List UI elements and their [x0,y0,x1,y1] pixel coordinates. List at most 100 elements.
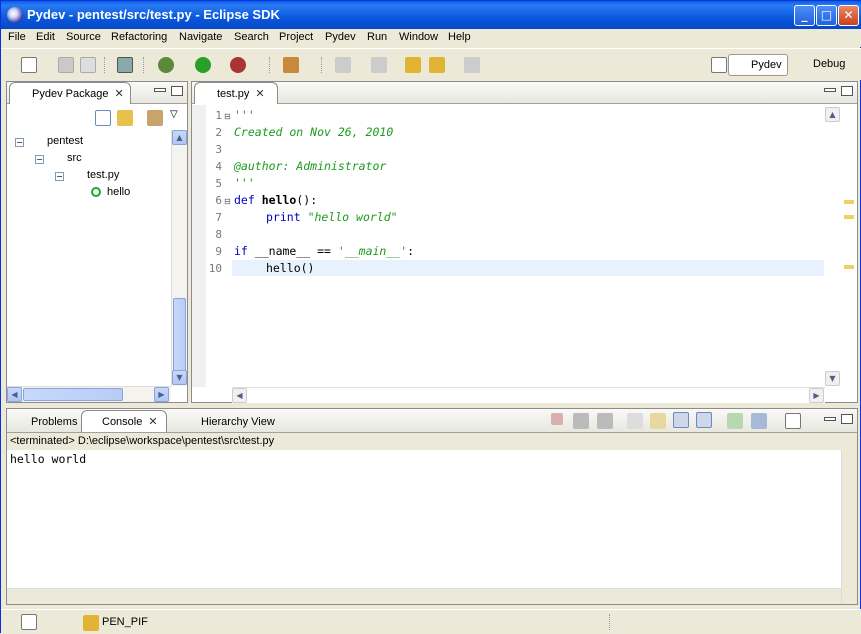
editor-horizontal-scrollbar[interactable]: ◀ ▶ [232,387,825,403]
external-tools-icon[interactable] [230,57,246,73]
code-line-2[interactable]: Created on Nov 26, 2010 [234,125,393,139]
menu-run[interactable]: Run [367,31,387,43]
menu-help[interactable]: Help [448,31,471,43]
scroll-lock-icon[interactable] [650,413,666,429]
line-number: 7 [215,211,222,224]
tree-item-folder[interactable]: src [67,152,82,164]
close-icon[interactable]: ✕ [255,83,265,105]
remove-launch-icon[interactable] [573,413,589,429]
code-line-5[interactable]: ''' [234,176,255,190]
next-annotation-icon[interactable] [335,57,351,73]
link-with-editor-icon[interactable] [117,110,133,126]
menu-pydev[interactable]: Pydev [325,31,356,43]
maximize-view-icon[interactable] [171,86,183,96]
occurrence-marker[interactable] [844,265,854,269]
occurrence-marker[interactable] [844,200,854,204]
scroll-thumb[interactable] [23,388,123,401]
tab-pydev-package[interactable]: Pydev Package ✕ [9,82,131,104]
tab-console[interactable]: Console ✕ [81,410,167,432]
scroll-down-button[interactable]: ▼ [825,371,840,386]
maximize-button[interactable]: □ [816,5,837,26]
console-output[interactable]: hello world [10,452,86,466]
view-menu-icon[interactable] [147,110,163,126]
scroll-up-button[interactable]: ▲ [825,107,840,122]
back-icon[interactable] [429,57,445,73]
tree-item-function[interactable]: hello [107,186,130,198]
menu-search[interactable]: Search [234,31,269,43]
tree-item-project[interactable]: pentest [47,135,83,147]
minimize-view-icon[interactable] [824,88,836,92]
menu-edit[interactable]: Edit [36,31,55,43]
tab-test-py[interactable]: test.py ✕ [194,82,278,104]
console-vertical-scrollbar[interactable] [841,450,857,604]
code-line-10[interactable]: hello() [266,261,314,275]
menu-navigate[interactable]: Navigate [179,31,222,43]
maximize-view-icon[interactable] [841,414,853,424]
tree-toggle-folder[interactable]: − [35,155,44,164]
minimize-button[interactable]: _ [794,5,815,26]
close-button[interactable]: ✕ [838,5,859,26]
close-icon[interactable]: ✕ [114,83,124,105]
menu-refactoring[interactable]: Refactoring [111,31,167,43]
show-on-error-icon[interactable] [696,412,712,428]
code-line-6[interactable]: def hello(): [234,193,317,207]
scroll-left-button[interactable]: ◀ [7,387,22,402]
open-project-icon[interactable] [117,57,133,73]
open-perspective-icon[interactable] [711,57,727,73]
display-console-icon[interactable] [751,413,767,429]
tree-toggle-project[interactable]: − [15,138,24,147]
scroll-thumb[interactable] [173,298,186,374]
menu-source[interactable]: Source [66,31,101,43]
open-console-icon[interactable] [785,413,801,429]
code-line-1[interactable]: ''' [234,108,255,122]
scroll-up-button[interactable]: ▲ [172,130,187,145]
editor-vertical-scrollbar[interactable]: ▲ ▼ [825,105,841,388]
maximize-view-icon[interactable] [841,86,853,96]
fold-icon[interactable]: ⊟ [224,112,231,121]
perspective-debug-label: Debug [813,58,846,70]
explorer-vertical-scrollbar[interactable]: ▲ ▼ [171,130,187,386]
scroll-down-button[interactable]: ▼ [172,370,187,385]
scroll-left-button[interactable]: ◀ [232,388,247,403]
occurrence-marker[interactable] [844,215,854,219]
scroll-right-button[interactable]: ▶ [154,387,169,402]
debug-icon[interactable] [158,57,174,73]
collapse-all-icon[interactable] [95,110,111,126]
eclipse-logo-icon[interactable] [7,7,23,23]
perspective-debug[interactable]: Debug [791,54,861,76]
explorer-horizontal-scrollbar[interactable]: ◀ ▶ [7,386,171,402]
clear-console-icon[interactable] [627,413,643,429]
minimize-view-icon[interactable] [824,417,836,421]
tree-item-file[interactable]: test.py [87,169,119,181]
pydev-wand-icon[interactable] [283,57,299,73]
print-icon[interactable] [80,57,96,73]
code-line-9[interactable]: if __name__ == '__main__': [234,244,414,258]
close-icon[interactable]: ✕ [148,411,158,433]
tab-hierarchy-view[interactable]: Hierarchy View [175,411,280,433]
perspective-pydev[interactable]: Pydev [728,54,788,76]
menu-project[interactable]: Project [279,31,313,43]
line-number: 10 [208,262,222,275]
fast-view-icon[interactable] [21,614,37,630]
terminate-icon[interactable] [551,413,563,425]
last-edit-icon[interactable] [405,57,421,73]
remove-all-icon[interactable] [597,413,613,429]
minimize-view-icon[interactable] [154,88,166,92]
fold-icon[interactable]: ⊟ [224,197,231,206]
show-on-output-icon[interactable] [673,412,689,428]
chevron-down-icon[interactable]: ▽ [170,109,178,120]
save-icon[interactable] [58,57,74,73]
code-line-4[interactable]: @author: Administrator [234,159,386,173]
scroll-right-button[interactable]: ▶ [809,388,824,403]
forward-icon[interactable] [464,57,480,73]
tree-toggle-file[interactable]: − [55,172,64,181]
run-icon[interactable] [195,57,211,73]
menu-window[interactable]: Window [399,31,438,43]
code-line-7[interactable]: print "hello world" [266,210,398,224]
new-icon[interactable] [21,57,37,73]
tab-problems[interactable]: Problems [9,411,79,433]
previous-annotation-icon[interactable] [371,57,387,73]
console-horizontal-scrollbar[interactable] [7,588,841,604]
pin-console-icon[interactable] [727,413,743,429]
menu-file[interactable]: File [8,31,26,43]
